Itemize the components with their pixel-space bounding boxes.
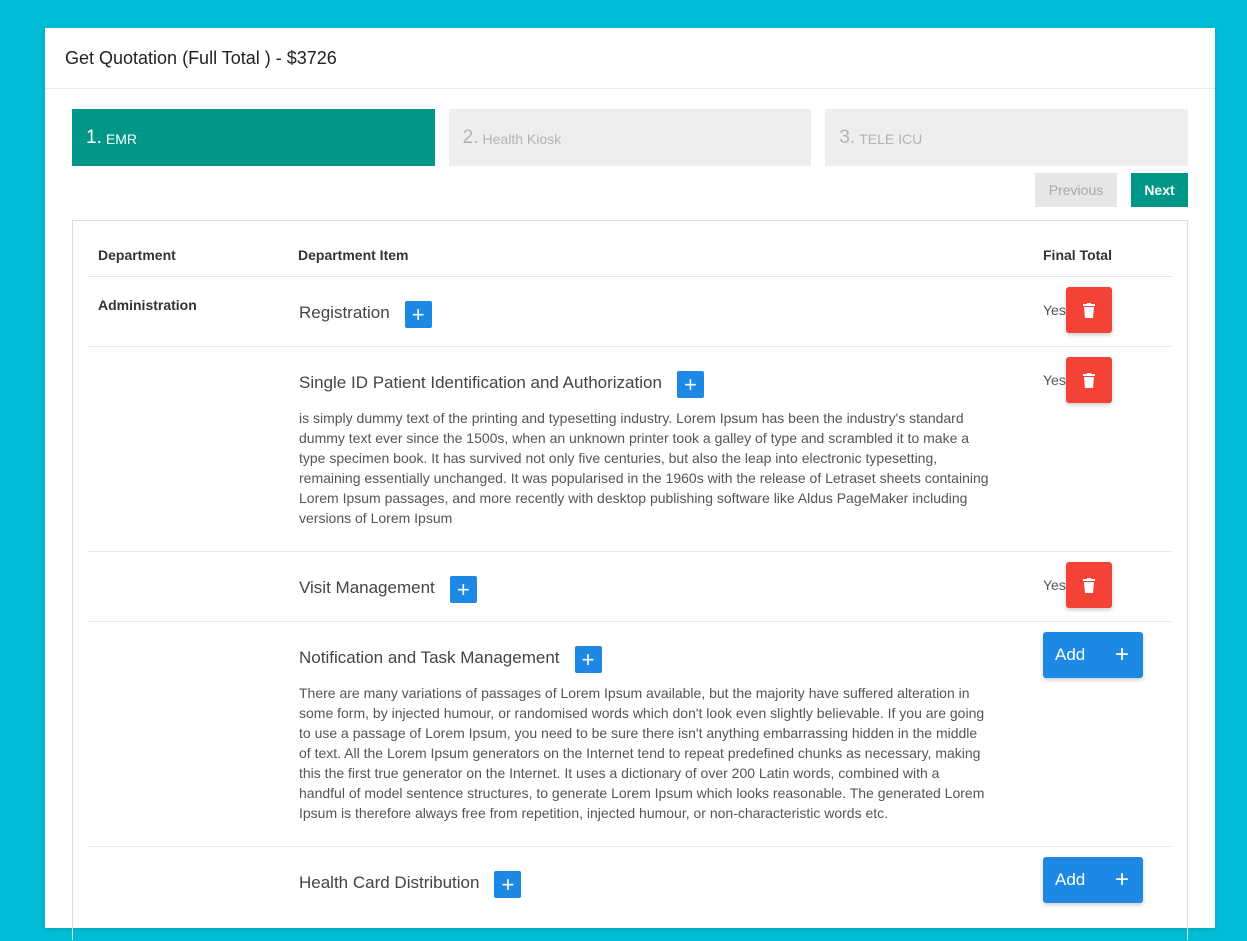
plus-icon: + bbox=[581, 646, 595, 672]
table-header: Department Department Item Final Total bbox=[88, 221, 1172, 277]
card-header: Get Quotation (Full Total ) - $3726 bbox=[45, 28, 1215, 89]
item-description: There are many variations of passages of… bbox=[299, 685, 985, 821]
final-total-value: Yes bbox=[1043, 302, 1066, 318]
item-heading: Notification and Task Management + bbox=[299, 643, 602, 673]
step-emr[interactable]: 1. EMR bbox=[72, 109, 435, 166]
column-header-item: Department Item bbox=[298, 247, 409, 263]
plus-icon: + bbox=[1114, 866, 1129, 893]
plus-icon: + bbox=[1114, 641, 1129, 668]
step-number: 2. bbox=[462, 126, 479, 148]
quotation-card: Get Quotation (Full Total ) - $3726 1. E… bbox=[45, 28, 1215, 940]
step-health-kiosk[interactable]: 2. Health Kiosk bbox=[448, 109, 812, 166]
step-label: Health Kiosk bbox=[482, 130, 562, 147]
final-total-value: Yes bbox=[1043, 372, 1066, 388]
column-header-department: Department bbox=[98, 247, 176, 263]
delete-button[interactable] bbox=[1065, 357, 1112, 403]
trash-icon bbox=[1082, 577, 1095, 593]
item-heading: Visit Management + bbox=[299, 573, 477, 603]
step-tele-icu[interactable]: 3. TELE ICU bbox=[825, 109, 1189, 166]
step-number: 3. bbox=[839, 126, 856, 148]
quotation-table: Department Department Item Final Total A… bbox=[72, 220, 1188, 940]
add-button-label: Add bbox=[1055, 645, 1086, 664]
expand-item-button[interactable]: + bbox=[404, 301, 432, 328]
plus-icon: + bbox=[501, 871, 515, 897]
expand-item-button[interactable]: + bbox=[449, 576, 477, 603]
item-name: Health Card Distribution bbox=[299, 873, 480, 892]
item-heading: Single ID Patient Identification and Aut… bbox=[299, 368, 704, 398]
final-total-cell: Yes bbox=[1043, 562, 1112, 608]
expand-item-button[interactable]: + bbox=[494, 871, 522, 898]
table-row: Visit Management + Yes bbox=[88, 552, 1172, 622]
step-number: 1. bbox=[86, 126, 102, 148]
item-name: Single ID Patient Identification and Aut… bbox=[299, 373, 662, 392]
table-row: Single ID Patient Identification and Aut… bbox=[88, 347, 1172, 552]
item-name: Registration bbox=[299, 303, 390, 322]
trash-icon bbox=[1082, 372, 1095, 388]
item-name: Visit Management bbox=[299, 578, 435, 597]
step-label: TELE ICU bbox=[859, 130, 923, 147]
column-header-final-total: Final Total bbox=[1043, 247, 1112, 263]
item-heading: Registration + bbox=[299, 298, 432, 328]
table-row: Notification and Task Management + There… bbox=[88, 622, 1172, 847]
final-total-cell: Add + bbox=[1043, 857, 1143, 903]
final-total-cell: Yes bbox=[1043, 287, 1112, 333]
plus-icon: + bbox=[683, 371, 697, 397]
expand-item-button[interactable]: + bbox=[574, 646, 602, 673]
add-button[interactable]: Add + bbox=[1043, 857, 1143, 903]
table-row: Administration Registration + Yes bbox=[88, 277, 1172, 347]
expand-item-button[interactable]: + bbox=[676, 371, 704, 398]
next-button[interactable]: Next bbox=[1131, 173, 1188, 207]
previous-button[interactable]: Previous bbox=[1035, 173, 1117, 207]
plus-icon: + bbox=[411, 301, 425, 327]
add-button[interactable]: Add + bbox=[1043, 632, 1143, 678]
step-navigation: Previous Next bbox=[1035, 173, 1188, 207]
delete-button[interactable] bbox=[1065, 562, 1112, 608]
plus-icon: + bbox=[456, 576, 470, 602]
step-label: EMR bbox=[105, 130, 137, 147]
stepper: 1. EMR 2. Health Kiosk 3. TELE ICU bbox=[72, 109, 1189, 166]
item-description: is simply dummy text of the printing and… bbox=[299, 410, 989, 526]
item-name: Notification and Task Management bbox=[299, 648, 560, 667]
final-total-cell: Yes bbox=[1043, 357, 1112, 403]
final-total-cell: Add + bbox=[1043, 632, 1143, 678]
item-heading: Health Card Distribution + bbox=[299, 868, 522, 898]
add-button-label: Add bbox=[1055, 870, 1086, 889]
table-row: Health Card Distribution + Add + bbox=[88, 847, 1172, 941]
delete-button[interactable] bbox=[1065, 287, 1112, 333]
page-title: Get Quotation (Full Total ) - $3726 bbox=[65, 47, 337, 68]
department-cell: Administration bbox=[98, 297, 197, 313]
final-total-value: Yes bbox=[1043, 577, 1066, 593]
trash-icon bbox=[1082, 302, 1095, 318]
